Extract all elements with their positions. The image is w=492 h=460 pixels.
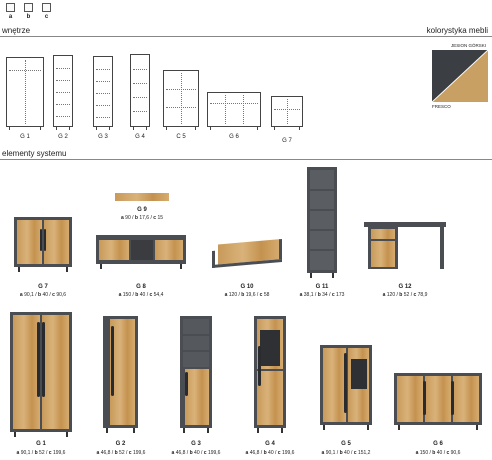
product-label: G 5 [341, 441, 351, 447]
sketch-g4 [130, 54, 150, 130]
product-dimensions: a 38,1 / b 34 / c 173 [299, 292, 345, 298]
product-label: G 10 [240, 284, 254, 290]
product-label: G 3 [191, 441, 201, 447]
product-dimensions: a 150 / b 40 / c 54,4 [118, 292, 164, 298]
sketch-label: G 2 [58, 134, 68, 140]
sketch-c5 [163, 70, 199, 130]
product-dimensions: a 90 / b 17,6 / c 15 [121, 215, 163, 221]
sketch-g2 [53, 55, 73, 130]
product-g11 [307, 167, 337, 278]
product-g3 [180, 316, 212, 433]
product-g6 [394, 373, 482, 430]
product-label: G 4 [265, 441, 275, 447]
swatch-top-label: JESION GÓRSKI [450, 43, 486, 48]
cube-icon [24, 3, 33, 12]
product-g8 [96, 235, 186, 269]
product-dimensions: a 120 / b 19,6 / c 58 [224, 292, 270, 298]
sketch-g1 [6, 57, 44, 130]
swatch-image [432, 50, 488, 102]
interiors-heading: wnętrze [2, 26, 31, 35]
sketch-label: G 6 [229, 134, 239, 140]
product-dimensions: a 46,8 / b 40 / c 199,6 [171, 450, 221, 456]
cube-label: b [26, 14, 31, 20]
product-g1 [10, 312, 72, 437]
product-g5 [320, 345, 372, 430]
product-g10 [212, 237, 282, 275]
product-g7 [14, 217, 72, 272]
product-dimensions: a 90,1 / b 40 / c 90,6 [19, 292, 67, 298]
product-label: G 1 [36, 441, 46, 447]
product-dimensions: a 90,1 / b 52 / c 199,6 [16, 450, 66, 456]
product-label: G 12 [398, 284, 412, 290]
elements-heading: elementy systemu [2, 149, 67, 158]
cube-label: a [8, 14, 13, 20]
product-g4 [254, 316, 286, 433]
swatch-bottom-label: FRESCO [432, 104, 451, 109]
sketch-label: C 5 [176, 134, 186, 140]
sketch-label: G 1 [20, 134, 30, 140]
product-label: G 9 [137, 207, 147, 213]
colors-heading: kolorystyka mebli [426, 26, 488, 35]
product-dimensions: a 46,8 / b 40 / c 199,6 [245, 450, 295, 456]
product-dimensions: a 46,8 / b 52 / c 199,6 [96, 450, 146, 456]
product-g9 [115, 193, 169, 201]
product-dimensions: a 150 / b 40 / c 90,6 [415, 450, 461, 456]
sketch-label: G 7 [282, 138, 292, 144]
product-g2 [103, 316, 138, 433]
divider [0, 36, 492, 37]
cube-icon [42, 3, 51, 12]
product-dimensions: a 120 / b 52 / c 78,9 [382, 292, 428, 298]
product-label: G 7 [38, 284, 48, 290]
product-label: G 8 [136, 284, 146, 290]
sketch-label: G 3 [98, 134, 108, 140]
divider [0, 159, 492, 160]
product-label: G 11 [315, 284, 329, 290]
sketch-g3 [93, 56, 113, 130]
sketch-g6 [207, 92, 261, 130]
product-dimensions: a 90,1 / b 40 / c 151,2 [321, 450, 371, 456]
product-label: G 2 [115, 441, 126, 447]
cube-label: c [44, 14, 49, 20]
sketch-label: G 4 [135, 134, 145, 140]
product-label: G 6 [433, 441, 443, 447]
sketch-g7 [271, 96, 303, 130]
cube-icon [6, 3, 15, 12]
